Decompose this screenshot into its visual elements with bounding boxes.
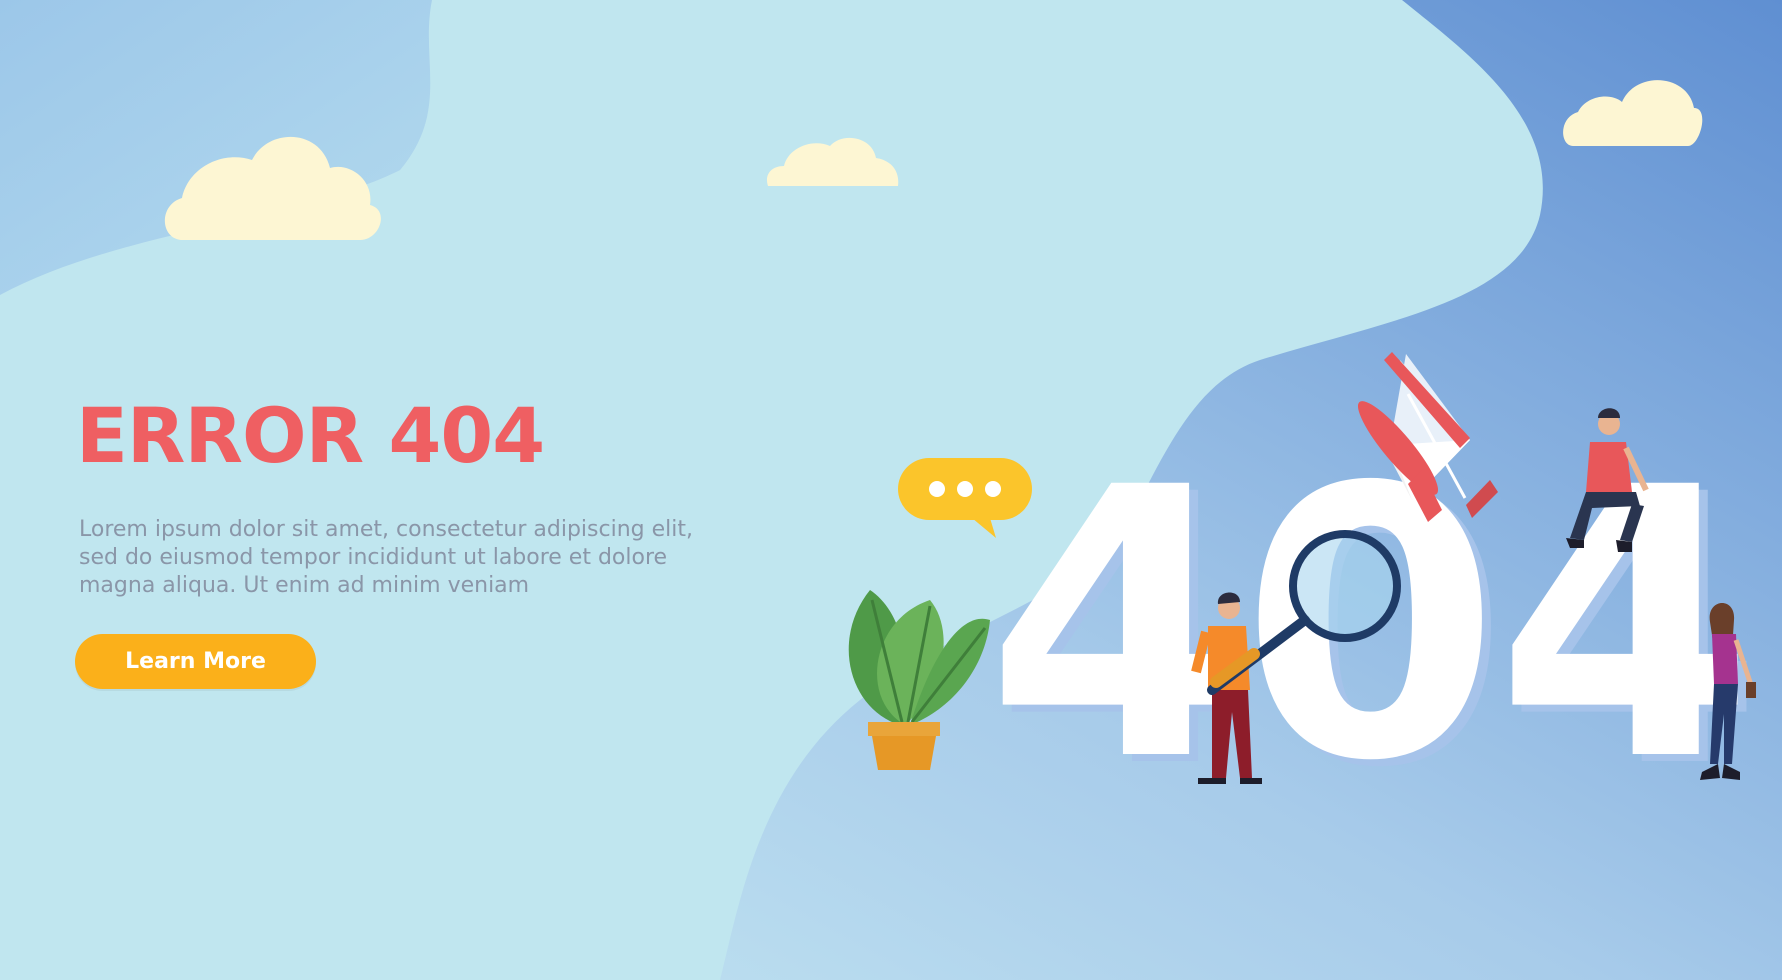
big-404-graphic: 404	[986, 409, 1755, 842]
learn-more-button[interactable]: Learn More	[75, 634, 316, 689]
page-title: ERROR 404	[76, 391, 545, 480]
description-text: Lorem ipsum dolor sit amet, consectetur …	[79, 517, 693, 598]
